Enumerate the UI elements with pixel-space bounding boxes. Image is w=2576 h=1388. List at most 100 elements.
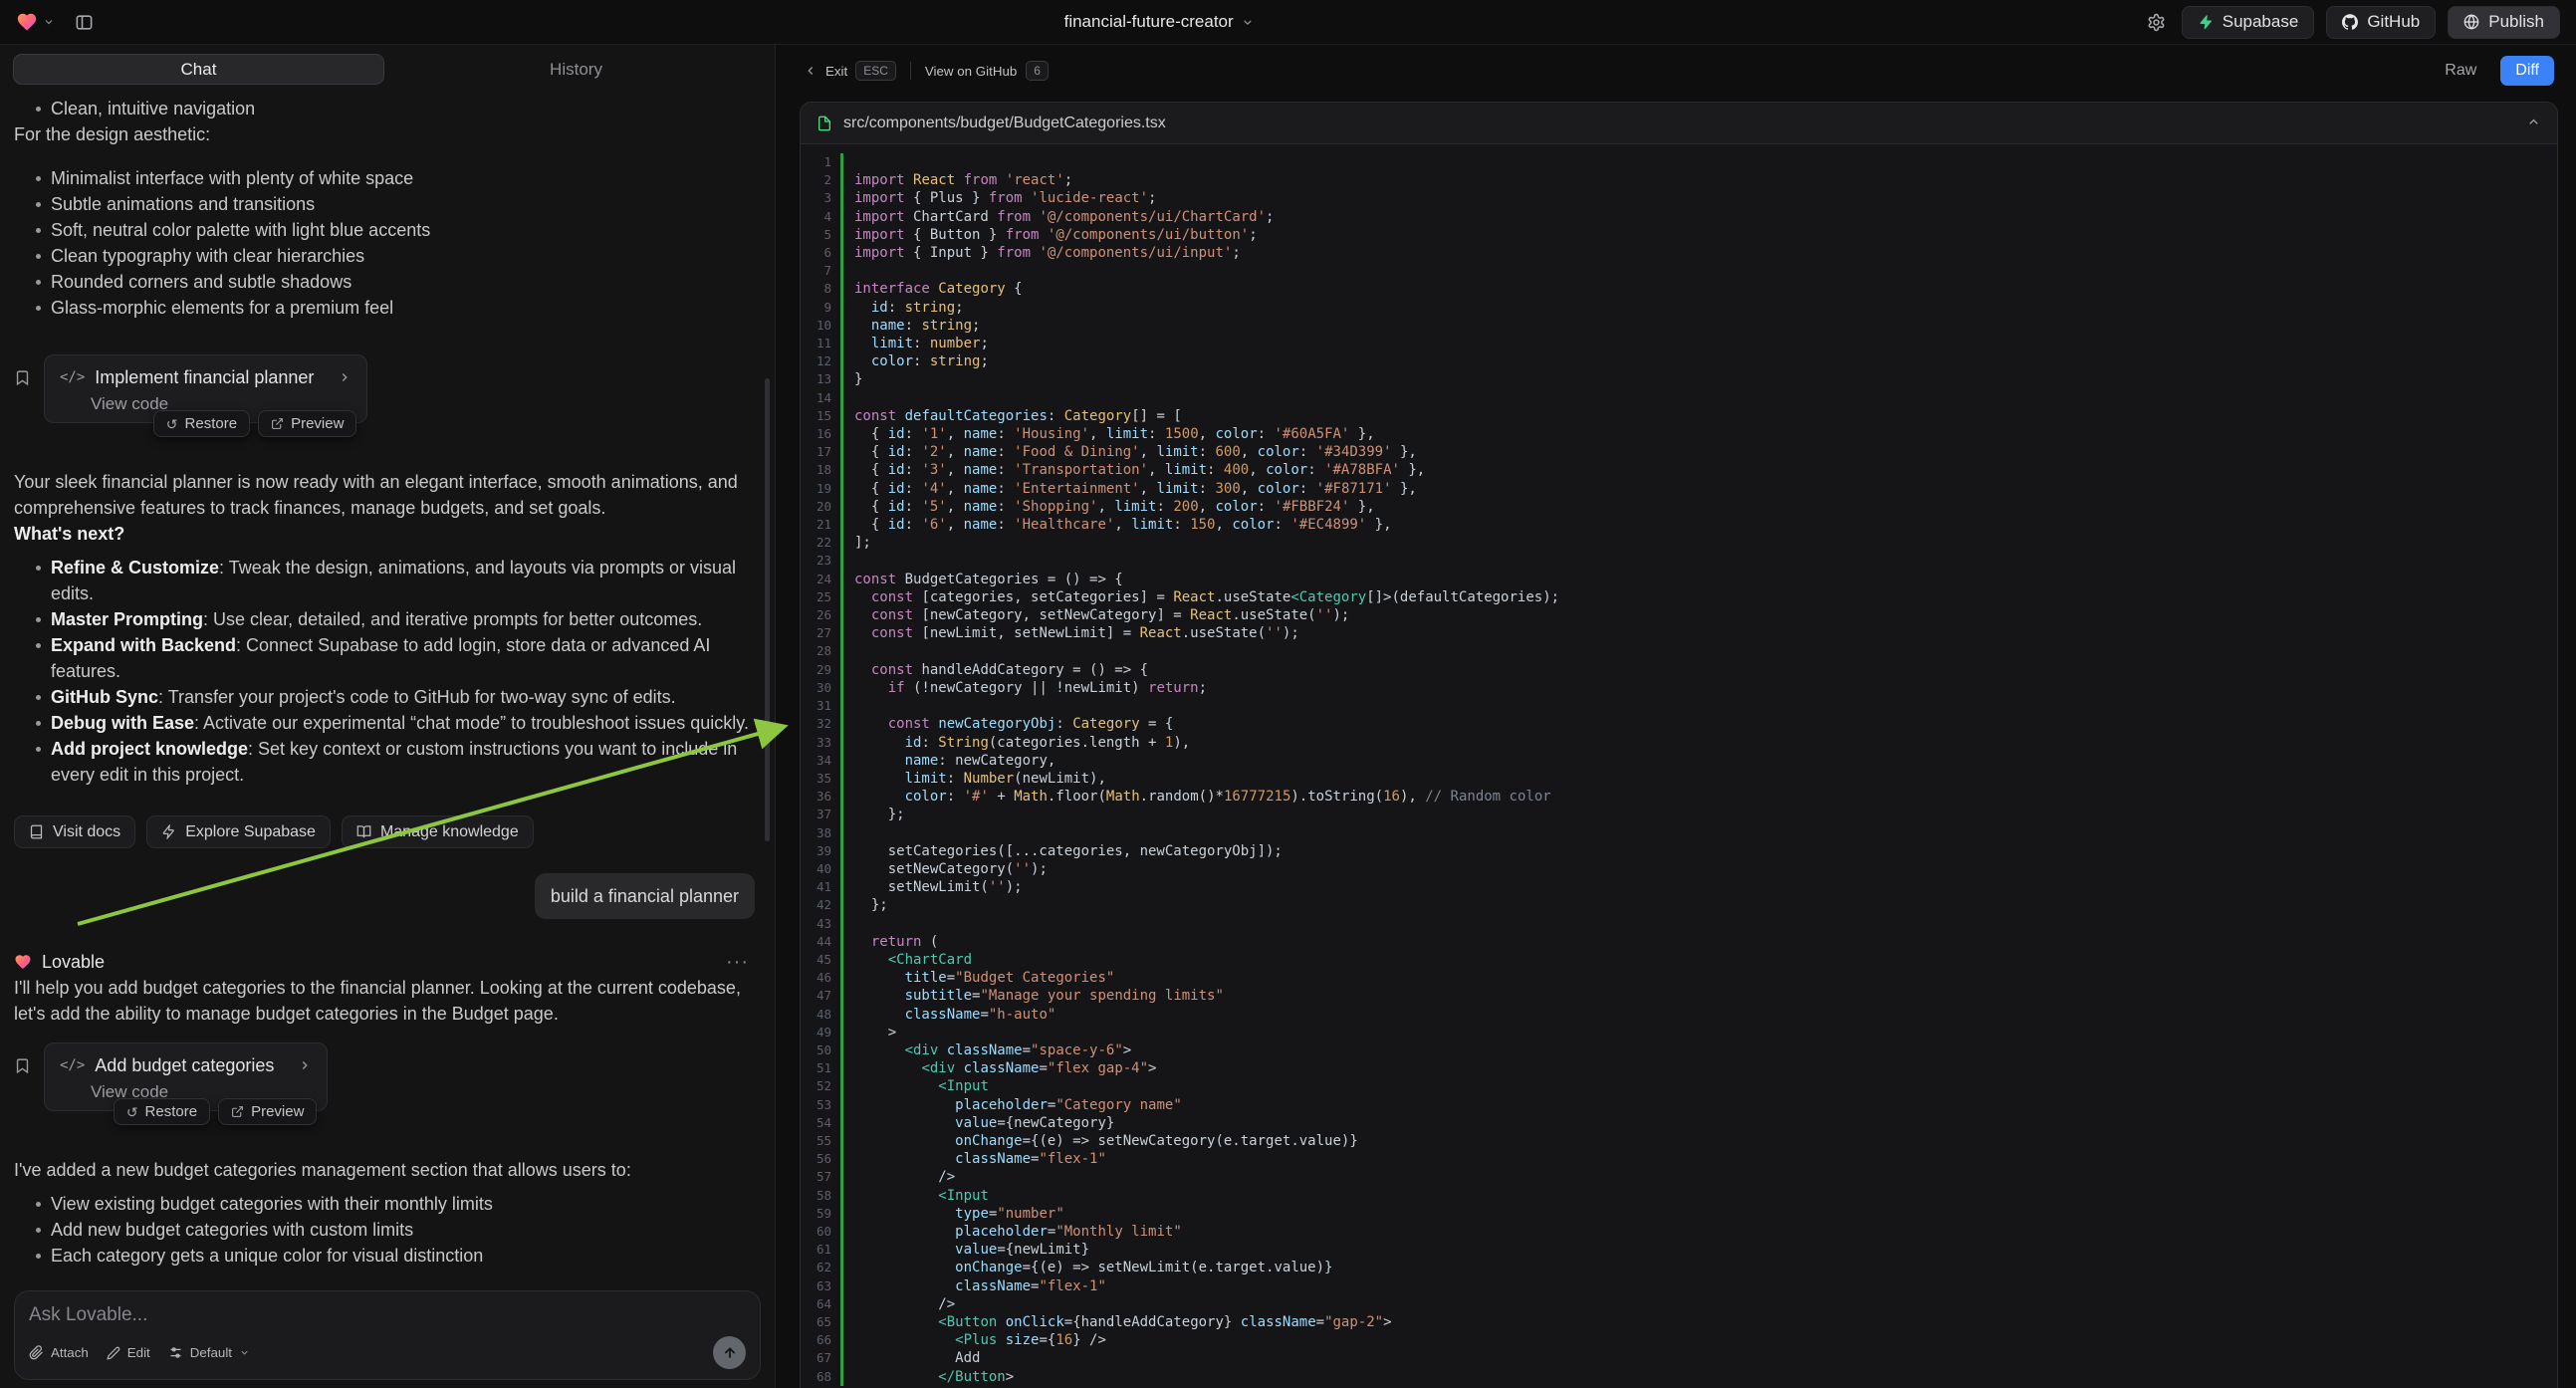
code-text <box>840 915 2557 933</box>
code-text: placeholder="Monthly limit" <box>840 1223 2557 1241</box>
tab-history[interactable]: History <box>390 54 762 85</box>
line-number: 56 <box>801 1150 840 1168</box>
code-text: }; <box>840 806 2557 823</box>
code-line: 31 <box>801 697 2557 715</box>
manage-knowledge-button[interactable]: Manage knowledge <box>342 815 534 848</box>
publish-button[interactable]: Publish <box>2448 6 2560 39</box>
code-text: title="Budget Categories" <box>840 969 2557 987</box>
code-text: <div className="flex gap-4"> <box>840 1059 2557 1077</box>
line-number: 67 <box>801 1349 840 1367</box>
explore-supabase-label: Explore Supabase <box>185 823 316 841</box>
restore-button[interactable]: ↺ Restore <box>114 1098 210 1125</box>
tab-chat[interactable]: Chat <box>13 54 384 85</box>
view-on-github-button[interactable]: View on GitHub 6 <box>925 61 1049 81</box>
whats-next-label: What's next? <box>14 524 124 544</box>
tool-card-header: </> Add budget categories <box>60 1052 312 1078</box>
code-text: placeholder="Category name" <box>840 1096 2557 1114</box>
settings-button[interactable] <box>2143 9 2170 36</box>
result-paragraph: I've added a new budget categories manag… <box>14 1157 755 1183</box>
exit-label: Exit <box>825 64 847 79</box>
tool-card-add-budget-categories[interactable]: </> Add budget categories View code ↺ Re… <box>44 1042 328 1111</box>
list-item: Add new budget categories with custom li… <box>36 1217 755 1243</box>
tool-card-title: Add budget categories <box>95 1052 274 1078</box>
code-text: import { Input } from '@/components/ui/i… <box>840 244 2557 262</box>
code-editor-view[interactable]: 1 2import React from 'react';3import { P… <box>801 144 2557 1388</box>
file-icon <box>817 116 832 131</box>
preview-button[interactable]: Preview <box>258 410 356 437</box>
supabase-icon <box>2198 14 2214 30</box>
gear-icon <box>2147 13 2166 32</box>
code-line: 9 id: string; <box>801 299 2557 317</box>
code-text: { id: '3', name: 'Transportation', limit… <box>840 461 2557 479</box>
supabase-button[interactable]: Supabase <box>2182 6 2315 39</box>
code-text: ]; <box>840 534 2557 552</box>
code-line: 56 className="flex-1" <box>801 1150 2557 1168</box>
code-line: 52 <Input <box>801 1077 2557 1095</box>
code-line: 41 setNewLimit(''); <box>801 878 2557 896</box>
code-line: 20 { id: '5', name: 'Shopping', limit: 2… <box>801 498 2557 516</box>
mode-selector-button[interactable]: Default <box>168 1345 250 1360</box>
code-card: src/components/budget/BudgetCategories.t… <box>800 102 2558 1388</box>
code-line: 23 <box>801 552 2557 570</box>
code-text: return ( <box>840 933 2557 951</box>
lovable-logo-button[interactable] <box>16 11 55 33</box>
toggle-sidebar-button[interactable] <box>71 9 98 36</box>
project-name-dropdown[interactable]: financial-future-creator <box>1064 12 1255 32</box>
message-menu-button[interactable]: ··· <box>720 950 755 974</box>
bookmark-button[interactable] <box>14 369 31 389</box>
code-line: 54 value={newCategory} <box>801 1114 2557 1132</box>
tool-card-row: </> Add budget categories View code ↺ Re… <box>14 1042 755 1111</box>
line-number: 10 <box>801 317 840 335</box>
bookmark-button[interactable] <box>14 1057 31 1077</box>
code-text: } <box>840 370 2557 388</box>
line-number: 65 <box>801 1313 840 1331</box>
chat-scroll-area[interactable]: Clean, intuitive navigation For the desi… <box>0 90 775 1282</box>
code-text: color: '#' + Math.floor(Math.random()*16… <box>840 788 2557 806</box>
line-number: 27 <box>801 624 840 642</box>
code-text: /> <box>840 1295 2557 1313</box>
code-line: 62 onChange={(e) => setNewLimit(e.target… <box>801 1259 2557 1276</box>
chat-input[interactable] <box>29 1304 746 1326</box>
arrow-up-icon <box>722 1345 738 1361</box>
code-text: > <box>840 1024 2557 1041</box>
line-number: 30 <box>801 679 840 697</box>
code-icon: </> <box>60 1052 85 1078</box>
restore-button[interactable]: ↺ Restore <box>153 410 250 437</box>
line-number: 35 <box>801 770 840 788</box>
restore-icon: ↺ <box>166 417 178 431</box>
github-button[interactable]: GitHub <box>2326 6 2436 39</box>
view-code-button[interactable]: View code <box>60 394 168 414</box>
collapse-file-button[interactable] <box>2526 115 2541 132</box>
send-button[interactable] <box>713 1336 746 1369</box>
chat-scrollbar[interactable] <box>765 378 770 841</box>
code-line: 24const BudgetCategories = () => { <box>801 571 2557 588</box>
attach-button[interactable]: Attach <box>29 1345 89 1360</box>
heart-avatar-icon <box>14 953 32 971</box>
visit-docs-button[interactable]: Visit docs <box>14 815 135 848</box>
preview-button[interactable]: Preview <box>218 1098 317 1125</box>
code-header: Exit ESC View on GitHub 6 Raw Diff <box>800 48 2558 94</box>
list-item: Each category gets a unique color for vi… <box>36 1243 755 1269</box>
code-line: 15const defaultCategories: Category[] = … <box>801 407 2557 425</box>
list-item: Glass-morphic elements for a premium fee… <box>36 295 755 321</box>
code-line: 61 value={newLimit} <box>801 1241 2557 1259</box>
tool-card-implement-financial-planner[interactable]: </> Implement financial planner View cod… <box>44 354 367 423</box>
code-line: 2import React from 'react'; <box>801 171 2557 189</box>
assistant-header: Lovable ··· <box>14 949 755 975</box>
esc-kbd-badge: ESC <box>855 61 896 81</box>
code-line: 39 setCategories([...categories, newCate… <box>801 842 2557 860</box>
explore-supabase-button[interactable]: Explore Supabase <box>146 815 331 848</box>
next-step-item: GitHub Sync: Transfer your project's cod… <box>36 684 755 710</box>
diff-toggle-button[interactable]: Diff <box>2500 56 2554 86</box>
code-text: limit: Number(newLimit), <box>840 770 2557 788</box>
code-line: 27 const [newLimit, setNewLimit] = React… <box>801 624 2557 642</box>
raw-toggle-button[interactable]: Raw <box>2435 57 2486 85</box>
line-number: 42 <box>801 896 840 914</box>
edit-button[interactable]: Edit <box>107 1345 150 1360</box>
code-text: const newCategoryObj: Category = { <box>840 715 2557 733</box>
code-text <box>840 824 2557 842</box>
line-number: 39 <box>801 842 840 860</box>
line-number: 15 <box>801 407 840 425</box>
line-number: 59 <box>801 1205 840 1223</box>
exit-button[interactable]: Exit ESC <box>804 61 896 81</box>
